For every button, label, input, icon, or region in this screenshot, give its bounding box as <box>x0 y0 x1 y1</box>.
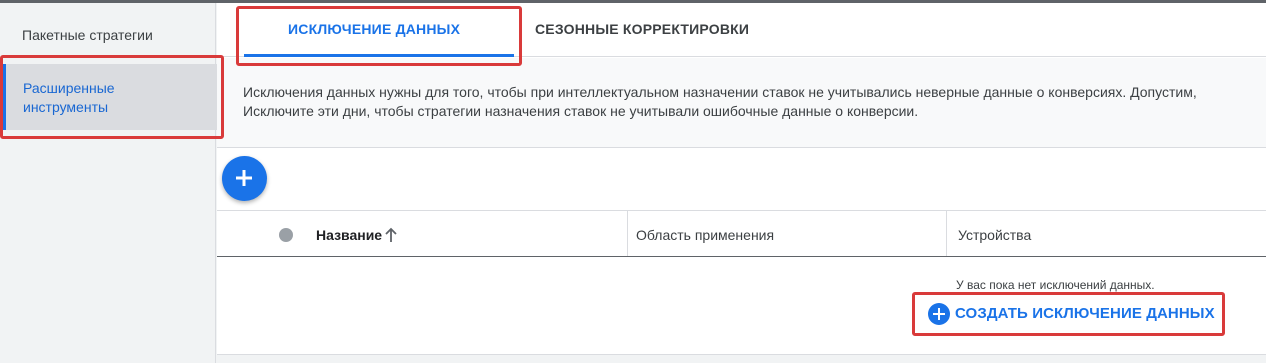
column-header-scope[interactable]: Область применения <box>636 227 774 243</box>
table-footer <box>217 354 1266 363</box>
add-button[interactable] <box>222 156 267 201</box>
highlight-box <box>912 292 1225 336</box>
table-header: Название Область применения Устройства <box>217 210 1266 257</box>
column-header-devices[interactable]: Устройства <box>958 227 1031 243</box>
sort-ascending-icon[interactable] <box>384 227 398 243</box>
sidebar-item-batch-strategies[interactable]: Пакетные стратегии <box>22 27 153 43</box>
tab-seasonality-adjustments[interactable]: СЕЗОННЫЕ КОРРЕКТИРОВКИ <box>535 21 749 37</box>
description-panel: Исключения данных нужны для того, чтобы … <box>217 58 1266 148</box>
column-divider <box>946 211 947 256</box>
description-text: Исключения данных нужны для того, чтобы … <box>243 84 1197 119</box>
highlight-box <box>236 6 522 66</box>
column-divider <box>627 211 628 256</box>
status-column-icon <box>279 228 293 242</box>
column-header-name[interactable]: Название <box>316 227 382 243</box>
highlight-box <box>0 55 224 139</box>
empty-state-message: У вас пока нет исключений данных. <box>956 278 1155 292</box>
plus-icon <box>236 170 252 186</box>
